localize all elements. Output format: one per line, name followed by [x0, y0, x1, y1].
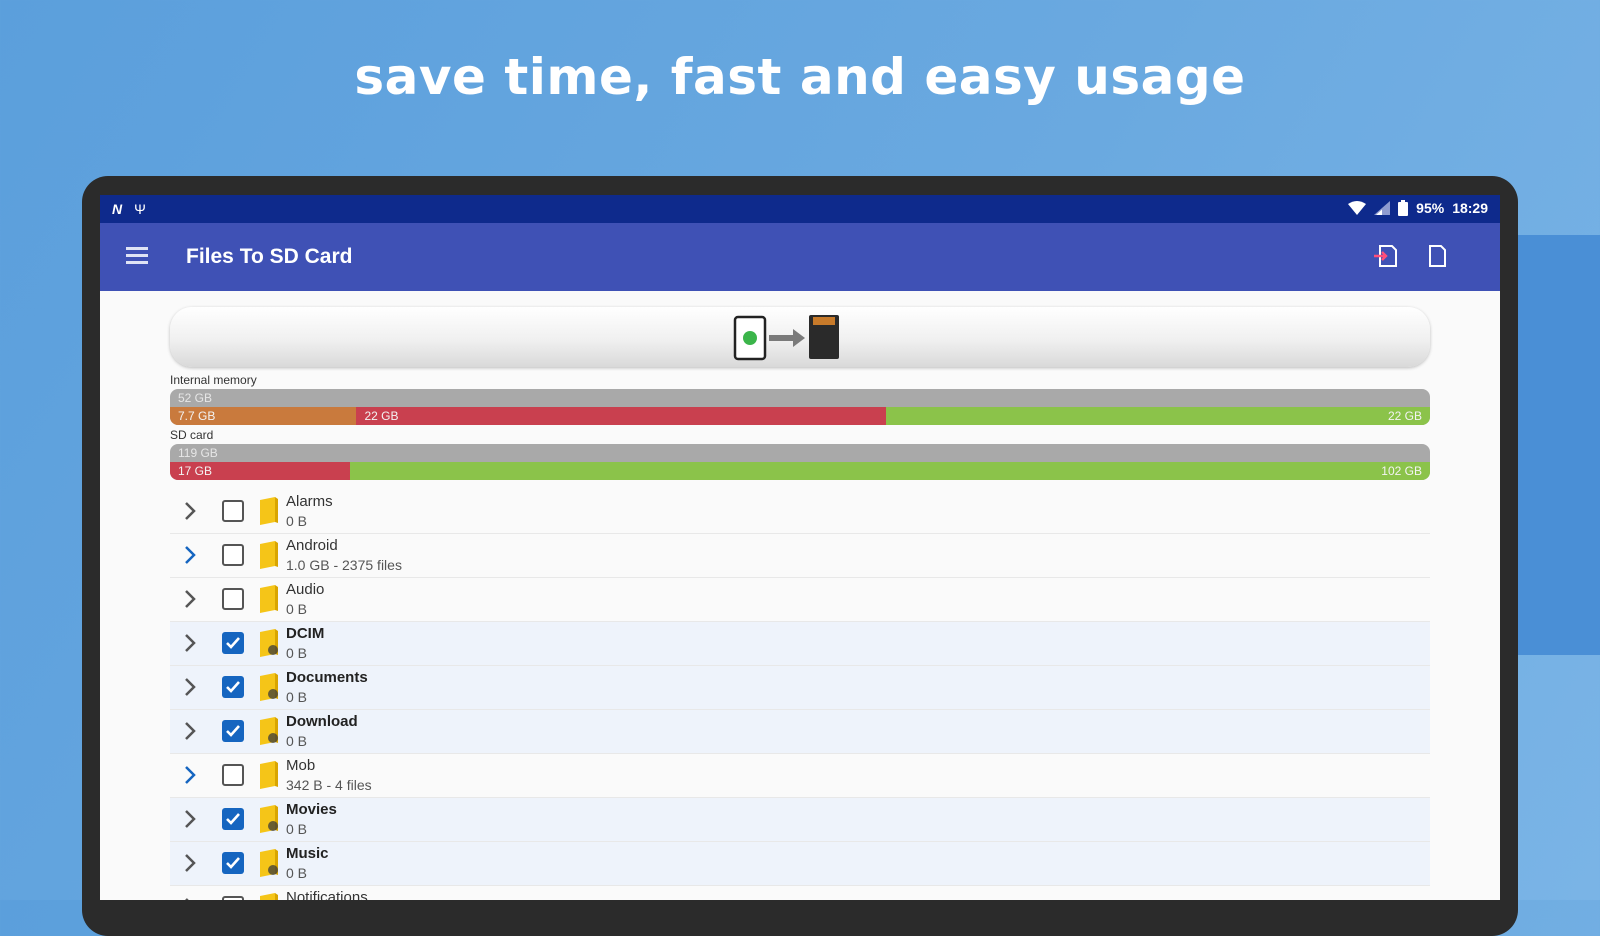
chevron-right-icon[interactable] [182, 896, 198, 900]
folder-icon [260, 761, 278, 789]
folder-name: Movies [286, 801, 337, 818]
folder-icon [260, 497, 278, 525]
folder-row[interactable]: Alarms 0 B [170, 490, 1430, 534]
folder-row[interactable]: Audio 0 B [170, 578, 1430, 622]
usb-icon: Ψ [134, 201, 146, 217]
folder-list: Alarms 0 B Android 1.0 GB - 2375 files Audio… [170, 490, 1430, 900]
folder-name: Audio [286, 581, 325, 598]
folder-row[interactable]: Movies 0 B [170, 798, 1430, 842]
folder-name: Android [286, 537, 338, 554]
folder-size: 0 B [286, 821, 308, 837]
folder-checkbox[interactable] [222, 764, 244, 786]
chevron-right-icon[interactable] [182, 676, 198, 698]
sd-usage-segments: 17 GB 102 GB [170, 462, 1430, 480]
folder-row[interactable]: Android 1.0 GB - 2375 files [170, 534, 1430, 578]
status-bar: N Ψ 95% 18:29 [100, 195, 1500, 223]
folder-name: Mob [286, 757, 316, 774]
internal-segment-used: 22 GB [356, 407, 886, 425]
folder-name: Notifications [286, 889, 368, 900]
folder-name: DCIM [286, 625, 325, 642]
check-icon [226, 725, 240, 737]
clock: 18:29 [1452, 200, 1488, 216]
internal-segment-other: 7.7 GB [170, 407, 357, 425]
folder-name: Documents [286, 669, 368, 686]
folder-name: Music [286, 845, 329, 862]
sd-total: 119 GB [178, 446, 218, 460]
signal-icon [1374, 201, 1391, 215]
chevron-right-icon[interactable] [182, 852, 198, 874]
chevron-right-icon[interactable] [182, 720, 198, 742]
folder-row[interactable]: Mob 342 B - 4 files [170, 754, 1430, 798]
phone-to-sd-icon [733, 315, 839, 361]
folder-checkbox[interactable] [222, 852, 244, 874]
folder-icon [260, 541, 278, 569]
folder-size: 342 B - 4 files [286, 777, 372, 793]
app-bar: Files To SD Card [100, 223, 1500, 291]
folder-checkbox[interactable] [222, 544, 244, 566]
battery-icon [1398, 200, 1409, 216]
folder-row[interactable]: Download 0 B [170, 710, 1430, 754]
folder-size: 0 B [286, 865, 308, 881]
chevron-right-icon[interactable] [182, 500, 198, 522]
folder-icon [260, 893, 278, 900]
chevron-right-icon[interactable] [182, 588, 198, 610]
menu-icon[interactable] [126, 247, 148, 265]
folder-checkbox[interactable] [222, 500, 244, 522]
chevron-right-icon[interactable] [182, 544, 198, 566]
folder-icon [260, 673, 278, 701]
folder-size: 0 B [286, 513, 308, 529]
folder-name: Alarms [286, 493, 333, 510]
app-screen: N Ψ 95% 18:29 Files To SD Card Internal … [100, 195, 1500, 900]
battery-percent: 95% [1416, 200, 1445, 216]
internal-segment-free: 22 GB [885, 407, 1430, 425]
chevron-right-icon[interactable] [182, 632, 198, 654]
folder-name: Download [286, 713, 358, 730]
folder-checkbox[interactable] [222, 676, 244, 698]
folder-size: 1.0 GB - 2375 files [286, 557, 402, 573]
folder-checkbox[interactable] [222, 588, 244, 610]
sd-segment-free: 102 GB [350, 462, 1430, 480]
folder-size: 0 B [286, 645, 308, 661]
folder-checkbox[interactable] [222, 896, 244, 900]
n-icon: N [112, 201, 123, 217]
folder-checkbox[interactable] [222, 632, 244, 654]
check-icon [226, 681, 240, 693]
internal-storage-bar: 52 GB 7.7 GB 22 GB 22 GB [170, 389, 1430, 425]
folder-icon [260, 849, 278, 877]
sd-segment-used: 17 GB [170, 462, 351, 480]
folder-row[interactable]: Documents 0 B [170, 666, 1430, 710]
internal-usage-segments: 7.7 GB 22 GB 22 GB [170, 407, 1430, 425]
app-title: Files To SD Card [186, 245, 353, 268]
sd-card-label: SD card [170, 428, 214, 442]
internal-total: 52 GB [178, 391, 213, 405]
chevron-right-icon[interactable] [182, 808, 198, 830]
check-icon [226, 813, 240, 825]
transfer-banner [170, 307, 1430, 367]
folder-icon [260, 717, 278, 745]
wifi-icon [1348, 201, 1367, 215]
folder-row[interactable]: DCIM 0 B [170, 622, 1430, 666]
check-icon [226, 857, 240, 869]
folder-icon [260, 805, 278, 833]
move-to-sd-icon[interactable] [1372, 243, 1398, 269]
folder-checkbox[interactable] [222, 808, 244, 830]
folder-row[interactable]: Music 0 B [170, 842, 1430, 886]
chevron-right-icon[interactable] [182, 764, 198, 786]
folder-size: 0 B [286, 689, 308, 705]
promo-headline: save time, fast and easy usage [354, 48, 1246, 106]
folder-size: 0 B [286, 601, 308, 617]
folder-checkbox[interactable] [222, 720, 244, 742]
internal-memory-label: Internal memory [170, 373, 257, 387]
sd-card-icon[interactable] [1424, 243, 1450, 269]
folder-icon [260, 585, 278, 613]
folder-size: 0 B [286, 733, 308, 749]
folder-icon [260, 629, 278, 657]
check-icon [226, 637, 240, 649]
folder-row[interactable]: Notifications [170, 886, 1430, 900]
sd-storage-bar: 119 GB 17 GB 102 GB [170, 444, 1430, 480]
